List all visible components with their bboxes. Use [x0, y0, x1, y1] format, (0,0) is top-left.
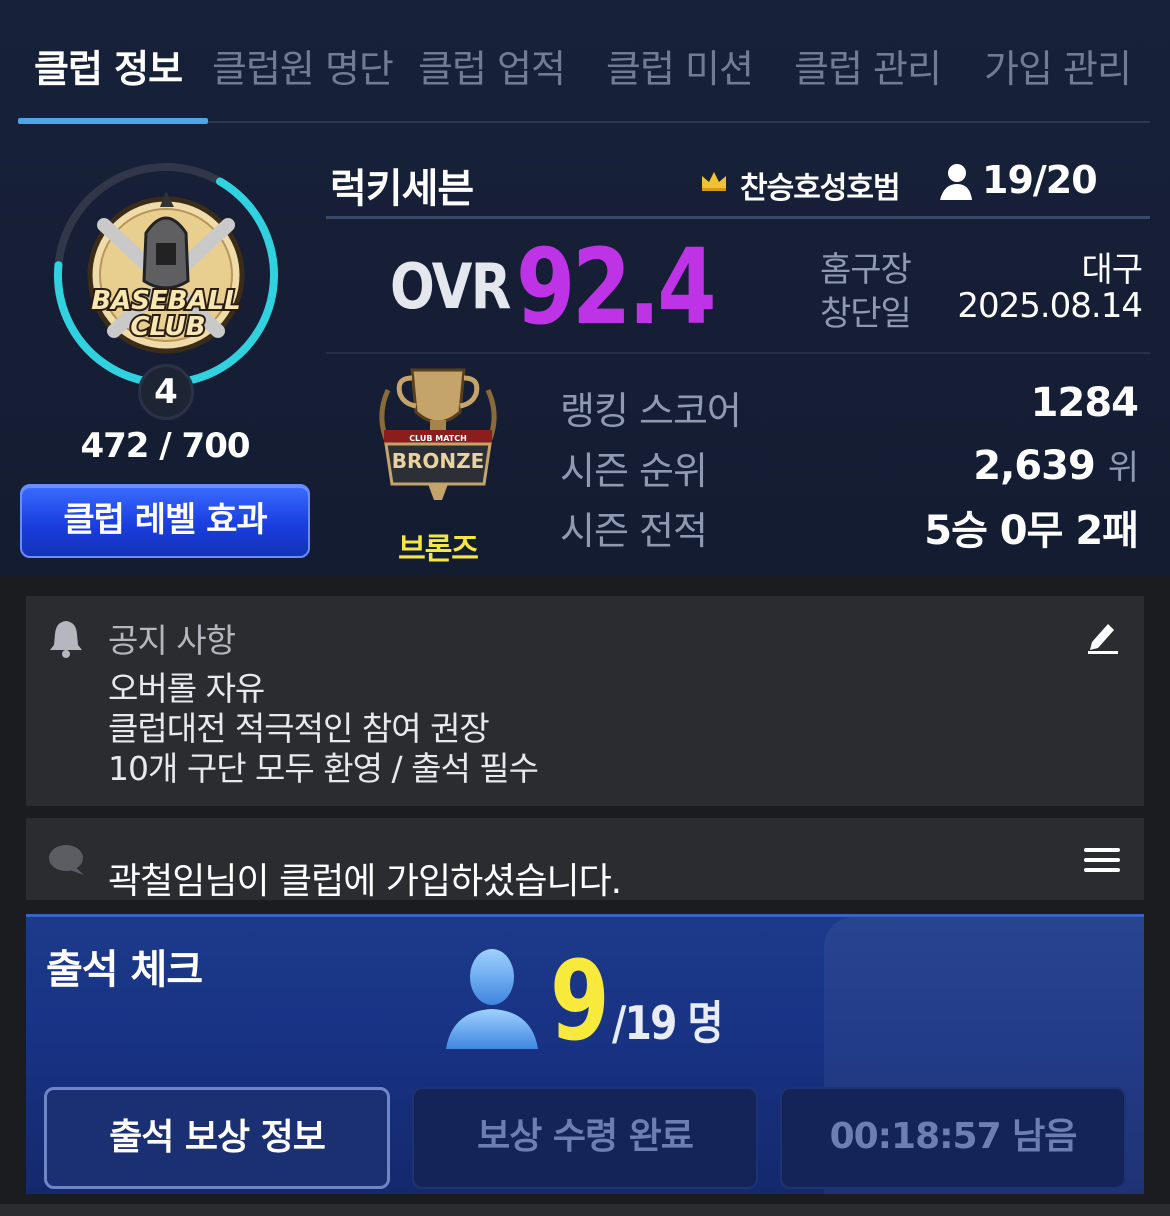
- attendance-title: 출석 체크: [46, 947, 203, 993]
- notice-title: 공지 사항: [108, 621, 236, 660]
- crown-icon: [702, 172, 726, 191]
- chat-ticker[interactable]: 곽철임님이 클럽에 가입하셨습니다.: [26, 818, 1144, 900]
- svg-text:CLUB: CLUB: [130, 312, 205, 342]
- season-record-value: 5승 0무 2패: [924, 508, 1139, 554]
- notice-panel: 공지 사항 오버롤 자유 클럽대전 적극적인 참여 권장 10개 구단 모두 환…: [26, 596, 1144, 806]
- season-rank-label: 시즌 순위: [560, 449, 708, 493]
- divider: [326, 352, 1150, 354]
- season-rank-number: 2,639: [973, 443, 1096, 489]
- season-rank-unit: 위: [1107, 448, 1139, 488]
- club-exp: 472 / 700: [80, 426, 250, 466]
- bell-icon: [50, 621, 82, 658]
- ranking-score-value: 1284: [1030, 380, 1139, 426]
- tab-join-management[interactable]: 가입 관리: [984, 38, 1132, 93]
- trophy-labels: CLUB MATCH BRONZE: [392, 434, 485, 473]
- attendance-count: 9: [550, 937, 610, 1065]
- club-master-name: 찬승호성호범: [740, 171, 901, 206]
- season-rank-value: 2,639 위: [973, 440, 1139, 489]
- attendance-total: /19 명: [612, 996, 723, 1050]
- tab-club-info[interactable]: 클럽 정보: [34, 38, 183, 93]
- svg-text:CLUB MATCH: CLUB MATCH: [409, 434, 467, 443]
- chat-message: 곽철임님이 클럽에 가입하셨습니다.: [108, 861, 622, 900]
- edit-pencil-icon[interactable]: [1086, 618, 1120, 654]
- svg-text:BRONZE: BRONZE: [392, 449, 485, 473]
- attendance-timer: 00:18:57 남음: [780, 1087, 1126, 1189]
- tab-bar: 클럽 정보 클럽원 명단 클럽 업적 클럽 미션 클럽 관리 가입 관리: [0, 0, 1170, 125]
- tab-club-management[interactable]: 클럽 관리: [794, 38, 942, 93]
- home-stadium-value: 대구: [1081, 250, 1143, 290]
- chat-bubble-icon: [49, 845, 84, 875]
- tab-missions[interactable]: 클럽 미션: [606, 38, 754, 93]
- member-count-icon: [940, 164, 972, 200]
- attendee-icon: [446, 949, 538, 1049]
- divider: [326, 216, 1150, 219]
- bottom-divider: [0, 1204, 1170, 1216]
- tier-label: 브론즈: [398, 532, 479, 567]
- active-tab-indicator: [18, 118, 208, 124]
- club-level-effect-button[interactable]: 클럽 레벨 효과: [20, 484, 310, 558]
- ranking-score-label: 랭킹 스코어: [560, 389, 742, 433]
- attendance-panel: 출석 체크 9 /19 명 출석 보상 정보 보상 수령 완료 00:18:57…: [26, 914, 1144, 1194]
- menu-icon[interactable]: [1084, 846, 1120, 874]
- home-stadium-label: 홈구장: [820, 250, 912, 290]
- season-record-label: 시즌 전적: [560, 509, 708, 553]
- notice-line: 10개 구단 모두 환영 / 출석 필수: [108, 749, 539, 788]
- founded-date-label: 창단일: [820, 294, 912, 334]
- founded-date-value: 2025.08.14: [957, 286, 1143, 326]
- reward-claimed-button: 보상 수령 완료: [412, 1087, 758, 1189]
- attendance-reward-info-button[interactable]: 출석 보상 정보: [44, 1087, 390, 1189]
- club-name: 럭키세븐: [330, 166, 474, 212]
- member-count: 19/20: [982, 158, 1098, 202]
- ovr-label: OVR: [390, 250, 511, 323]
- ovr-value: 92.4: [516, 226, 717, 348]
- tab-member-list[interactable]: 클럽원 명단: [212, 38, 394, 93]
- club-level-badge: 4: [138, 364, 194, 420]
- tab-achievements[interactable]: 클럽 업적: [418, 38, 566, 93]
